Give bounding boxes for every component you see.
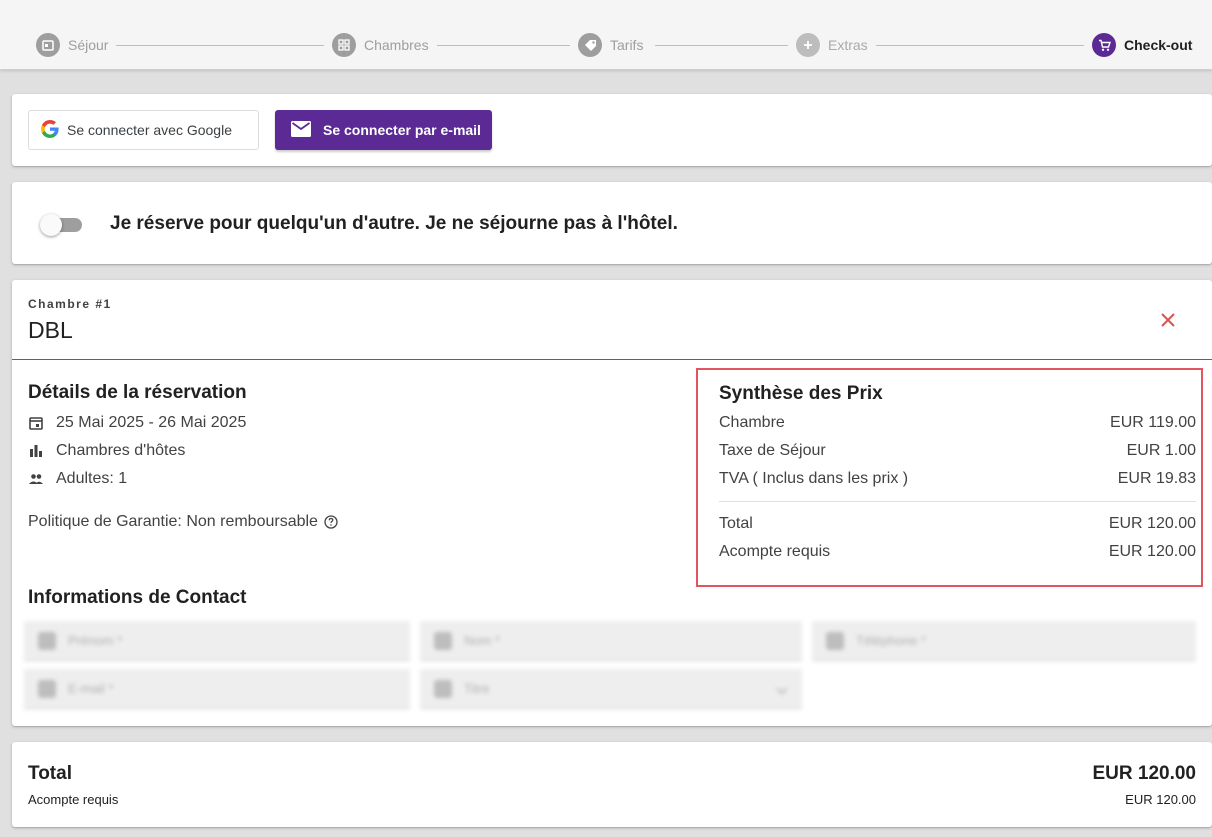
google-icon: [41, 119, 59, 141]
deposit-value: EUR 120.00: [1125, 792, 1196, 807]
step-chambres[interactable]: Chambres: [332, 33, 429, 57]
stepper-connector: [876, 45, 1084, 46]
price-summary-title: Synthèse des Prix: [719, 383, 883, 404]
mail-icon: [291, 120, 311, 140]
grid-icon: [332, 33, 356, 57]
policy-text: Politique de Garantie: Non remboursable: [28, 513, 318, 530]
stepper-connector: [437, 45, 570, 46]
pencil-icon: [434, 632, 452, 650]
mail-icon: [38, 680, 56, 698]
contact-info-title: Informations de Contact: [28, 587, 247, 608]
price-value: EUR 1.00: [1126, 442, 1196, 459]
price-value: EUR 120.00: [1108, 515, 1196, 532]
step-label: Chambres: [364, 37, 429, 53]
total-card: Total EUR 120.00 Acompte requis EUR 120.…: [12, 742, 1212, 827]
total-label: Total: [28, 763, 72, 784]
bar-chart-icon: [30, 445, 42, 457]
step-label: Extras: [828, 37, 868, 53]
room-name: DBL: [28, 317, 73, 343]
tag-icon: [578, 33, 602, 57]
room-type: Chambres d'hôtes: [28, 441, 185, 461]
field-placeholder: Nom *: [464, 633, 501, 648]
remove-room-button[interactable]: [1158, 310, 1178, 330]
calendar-icon: [36, 33, 60, 57]
stepper-connector: [655, 45, 788, 46]
room-card: Chambre #1 DBL Détails de la réservation…: [12, 280, 1212, 726]
field-placeholder: Prénom *: [68, 633, 123, 648]
person-icon: [434, 680, 452, 698]
phone-field[interactable]: Téléphone *: [812, 621, 1196, 661]
price-row-total: Total EUR 120.00: [719, 515, 1196, 533]
price-divider: [719, 501, 1196, 502]
title-select[interactable]: Titre: [420, 669, 802, 709]
price-summary: Synthèse des Prix Chambre EUR 119.00 Tax…: [696, 368, 1203, 587]
stepper-connector: [116, 45, 324, 46]
reservation-details-title: Détails de la réservation: [28, 382, 247, 403]
help-icon[interactable]: [324, 515, 338, 529]
room-type-text: Chambres d'hôtes: [56, 442, 186, 459]
close-icon: [1161, 313, 1175, 327]
step-label: Séjour: [68, 37, 109, 53]
pencil-icon: [38, 632, 56, 650]
price-row-tourist-tax: Taxe de Séjour EUR 1.00: [719, 442, 1196, 460]
email-login-button[interactable]: Se connecter par e-mail: [275, 110, 492, 150]
calendar-icon: [29, 417, 43, 430]
email-login-label: Se connecter par e-mail: [323, 122, 481, 138]
room-overline: Chambre #1: [28, 297, 112, 311]
checkout-stepper: Séjour Chambres Tarifs Extras Check-out: [0, 0, 1212, 70]
step-sejour[interactable]: Séjour: [36, 33, 108, 57]
step-label: Check-out: [1124, 37, 1193, 53]
price-row-room: Chambre EUR 119.00: [719, 414, 1196, 432]
deposit-label: Acompte requis: [28, 792, 119, 807]
step-checkout[interactable]: Check-out: [1092, 33, 1192, 57]
field-placeholder: E-mail *: [68, 681, 114, 696]
booking-for-other-label: Je réserve pour quelqu'un d'autre. Je ne…: [110, 213, 678, 234]
plus-icon: [796, 33, 820, 57]
phone-icon: [826, 632, 844, 650]
adults-count: Adultes: 1: [28, 469, 127, 489]
guarantee-policy: Politique de Garantie: Non remboursable: [28, 513, 338, 531]
email-field[interactable]: E-mail *: [24, 669, 410, 709]
price-label: Acompte requis: [719, 543, 831, 560]
price-label: Chambre: [719, 414, 785, 431]
first-name-field[interactable]: Prénom *: [24, 621, 410, 661]
price-value: EUR 120.00: [1108, 543, 1196, 560]
price-row-vat: TVA ( Inclus dans les prix ) EUR 19.83: [719, 470, 1196, 488]
cart-icon: [1092, 33, 1116, 57]
price-value: EUR 119.00: [1110, 414, 1196, 431]
booking-for-other-card: Je réserve pour quelqu'un d'autre. Je ne…: [12, 182, 1212, 264]
field-placeholder: Téléphone *: [856, 633, 927, 648]
login-card: Se connecter avec Google Se connecter pa…: [12, 94, 1212, 166]
google-login-button[interactable]: Se connecter avec Google: [28, 110, 259, 150]
room-divider: [12, 359, 1212, 360]
price-label: Total: [719, 515, 753, 532]
step-extras[interactable]: Extras: [796, 33, 868, 57]
step-tarifs[interactable]: Tarifs: [578, 33, 643, 57]
total-value: EUR 120.00: [1092, 763, 1196, 784]
people-icon: [29, 474, 43, 484]
google-login-label: Se connecter avec Google: [67, 122, 232, 138]
last-name-field[interactable]: Nom *: [420, 621, 802, 661]
reservation-dates: 25 Mai 2025 - 26 Mai 2025: [28, 413, 246, 433]
adults-text: Adultes: 1: [56, 470, 128, 487]
dates-text: 25 Mai 2025 - 26 Mai 2025: [56, 414, 247, 431]
price-value: EUR 19.83: [1117, 470, 1196, 487]
price-label: TVA ( Inclus dans les prix ): [719, 470, 909, 487]
price-label: Taxe de Séjour: [719, 442, 826, 459]
step-label: Tarifs: [610, 37, 644, 53]
booking-for-other-toggle[interactable]: [40, 214, 84, 236]
field-placeholder: Titre: [464, 681, 490, 696]
toggle-thumb: [40, 214, 62, 236]
price-row-deposit: Acompte requis EUR 120.00: [719, 543, 1196, 561]
chevron-down-icon: [776, 683, 788, 695]
